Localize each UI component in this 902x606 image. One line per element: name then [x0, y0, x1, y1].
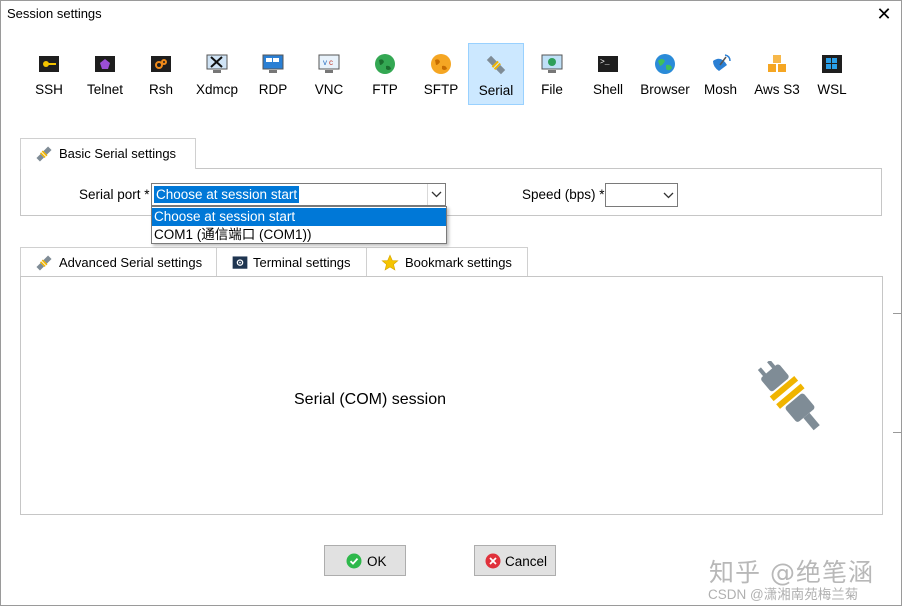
serial-port-value: Choose at session start [154, 186, 300, 203]
check-circle-icon [346, 553, 362, 569]
session-type-label: VNC [314, 82, 344, 97]
edge-divider [893, 313, 901, 314]
close-button[interactable]: ✕ [873, 3, 895, 25]
serial-plug-icon [36, 146, 52, 162]
wsl-windows-icon [822, 55, 842, 73]
session-type-rsh[interactable]: Rsh [133, 43, 189, 105]
rdp-monitor-icon [262, 54, 284, 73]
ssh-key-icon [39, 56, 59, 72]
window-title: Session settings [7, 6, 102, 21]
session-settings-window: Session settings ✕ SSH Telnet Rsh Xdmcp … [0, 0, 902, 606]
tab-terminal-settings[interactable]: Terminal settings [216, 247, 367, 277]
tab-label: Terminal settings [253, 255, 351, 270]
serial-port-label: Serial port * [79, 187, 150, 202]
serial-port-option[interactable]: COM1 (通信端口 (COM1)) [152, 226, 446, 244]
chevron-down-icon[interactable] [660, 184, 677, 206]
chevron-down-icon[interactable] [427, 184, 445, 205]
session-type-label: Mosh [703, 82, 737, 97]
tab-label: Basic Serial settings [59, 146, 177, 161]
session-type-aws-s3[interactable]: Aws S3 [747, 43, 807, 105]
session-type-mosh[interactable]: Mosh [694, 43, 747, 105]
ok-button[interactable]: OK [324, 545, 406, 576]
session-type-label: SSH [35, 82, 63, 97]
file-monitor-icon [541, 54, 563, 73]
watermark-csdn: CSDN @潇湘南苑梅兰菊 [708, 587, 859, 602]
rsh-icon [151, 56, 171, 72]
svg-text:>_: >_ [600, 58, 610, 67]
tab-advanced-serial-settings[interactable]: Advanced Serial settings [20, 247, 217, 277]
edge-divider [893, 432, 901, 433]
session-type-file[interactable]: File [524, 43, 580, 105]
session-type-label: WSL [817, 82, 847, 97]
tab-basic-serial-settings[interactable]: Basic Serial settings [20, 138, 196, 169]
session-type-ftp[interactable]: FTP [357, 43, 413, 105]
session-type-vnc[interactable]: vc VNC [301, 43, 357, 105]
serial-plug-icon [486, 55, 506, 75]
cancel-button-label: Cancel [505, 554, 548, 569]
session-type-label: Aws S3 [754, 82, 800, 97]
speed-select[interactable] [605, 183, 678, 207]
session-type-toolbar: SSH Telnet Rsh Xdmcp RDP vc VNC FTP SFTP [21, 43, 861, 105]
session-type-serial[interactable]: Serial [468, 43, 524, 105]
vnc-monitor-icon: vc [318, 54, 340, 73]
session-type-label: Shell [592, 82, 624, 97]
serial-port-dropdown-list: Choose at session start COM1 (通信端口 (COM1… [151, 206, 447, 244]
xdmcp-icon [206, 54, 228, 73]
session-type-telnet[interactable]: Telnet [77, 43, 133, 105]
session-type-ssh[interactable]: SSH [21, 43, 77, 105]
serial-plug-icon [36, 255, 52, 271]
mosh-satellite-icon [712, 54, 731, 71]
cancel-circle-icon [485, 553, 501, 569]
session-type-label: RDP [258, 82, 288, 97]
session-type-rdp[interactable]: RDP [245, 43, 301, 105]
session-type-label: Telnet [86, 82, 124, 97]
star-icon [381, 254, 399, 271]
speed-label: Speed (bps) * [522, 187, 605, 202]
session-type-label: SFTP [423, 82, 459, 97]
serial-port-select[interactable]: Choose at session start [151, 183, 446, 206]
ftp-globe-icon [375, 54, 395, 74]
session-type-wsl[interactable]: WSL [807, 43, 857, 105]
tab-label: Bookmark settings [405, 255, 512, 270]
shell-terminal-icon: >_ [598, 56, 618, 72]
telnet-icon [95, 56, 115, 72]
aws-s3-cubes-icon [768, 55, 786, 72]
tab-label: Advanced Serial settings [59, 255, 203, 270]
session-description-text: Serial (COM) session [294, 391, 447, 408]
session-type-label: Browser [640, 82, 690, 97]
session-type-label: FTP [372, 82, 398, 97]
session-type-xdmcp[interactable]: Xdmcp [189, 43, 245, 105]
serial-port-option[interactable]: Choose at session start [152, 208, 446, 226]
session-type-label: Xdmcp [195, 82, 239, 97]
session-type-browser[interactable]: Browser [636, 43, 694, 105]
session-type-label: Rsh [148, 82, 173, 97]
terminal-settings-icon [232, 256, 248, 269]
serial-plug-illustration [757, 361, 820, 431]
session-type-label: Serial [478, 83, 514, 98]
sftp-globe-icon [431, 54, 451, 74]
title-bar: Session settings ✕ [1, 1, 901, 27]
svg-text:v: v [323, 58, 327, 67]
tab-bookmark-settings[interactable]: Bookmark settings [366, 247, 528, 277]
browser-globe-icon [655, 54, 675, 74]
ok-button-label: OK [367, 554, 387, 569]
cancel-button[interactable]: Cancel [474, 545, 556, 576]
session-type-sftp[interactable]: SFTP [413, 43, 469, 105]
svg-text:c: c [329, 58, 333, 67]
session-type-label: File [541, 82, 563, 97]
session-type-shell[interactable]: >_ Shell [580, 43, 636, 105]
